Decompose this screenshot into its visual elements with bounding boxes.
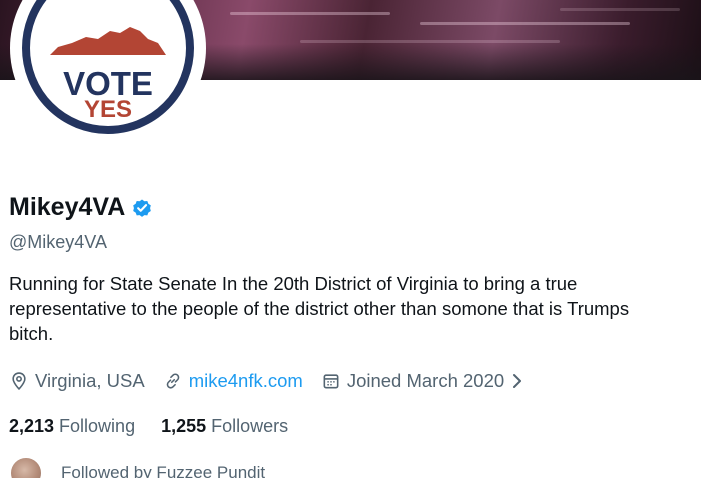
user-handle: @Mikey4VA: [9, 232, 107, 252]
display-name: Mikey4VA: [9, 193, 126, 221]
followed-by[interactable]: Followed by Fuzzee Pundit: [9, 456, 265, 478]
website-item[interactable]: mike4nfk.com: [163, 370, 303, 392]
profile-avatar[interactable]: VOTE YES APRIL 21: [10, 0, 206, 146]
calendar-icon: [323, 374, 339, 389]
followers-count: 1,255: [161, 416, 207, 436]
avatar-yes-text: YES: [83, 96, 133, 123]
following-count: 2,213: [9, 416, 55, 436]
profile-page: VOTE YES APRIL 21 Mikey4VA @Mikey4VA Run…: [0, 0, 701, 478]
joined-text: Joined March 2020: [346, 370, 505, 391]
profile-bio: Running for State Senate In the 20th Dis…: [9, 273, 630, 344]
joined-item[interactable]: Joined March 2020: [321, 370, 530, 392]
banner-streak: [560, 8, 680, 11]
follower-avatar: [9, 456, 43, 478]
following-link[interactable]: 2,213 Following: [9, 416, 135, 437]
followers-label: Followers: [211, 416, 289, 436]
location-item: Virginia, USA: [9, 370, 145, 392]
virginia-state-icon: [50, 27, 166, 55]
name-row: Mikey4VA: [9, 193, 153, 222]
location-pin-icon: [12, 372, 26, 391]
link-icon: [166, 373, 179, 389]
followers-link[interactable]: 1,255 Followers: [161, 416, 288, 437]
profile-meta: Virginia, USA mike4nfk.com Joined March …: [9, 370, 548, 392]
following-label: Following: [59, 416, 136, 436]
avatar-date-text: APRIL 21: [75, 124, 141, 134]
banner-streak: [230, 12, 390, 15]
chevron-right-icon: [510, 372, 530, 390]
website-link[interactable]: mike4nfk.com: [189, 370, 303, 392]
banner-streak: [300, 40, 560, 43]
followed-by-text: Followed by Fuzzee Pundit: [61, 463, 266, 478]
follow-stats: 2,213 Following 1,255 Followers: [9, 416, 314, 437]
location-text: Virginia, USA: [35, 370, 145, 391]
avatar-ring: VOTE YES APRIL 21: [22, 0, 194, 134]
banner-streak: [420, 22, 630, 25]
verified-badge-icon[interactable]: [131, 197, 153, 219]
